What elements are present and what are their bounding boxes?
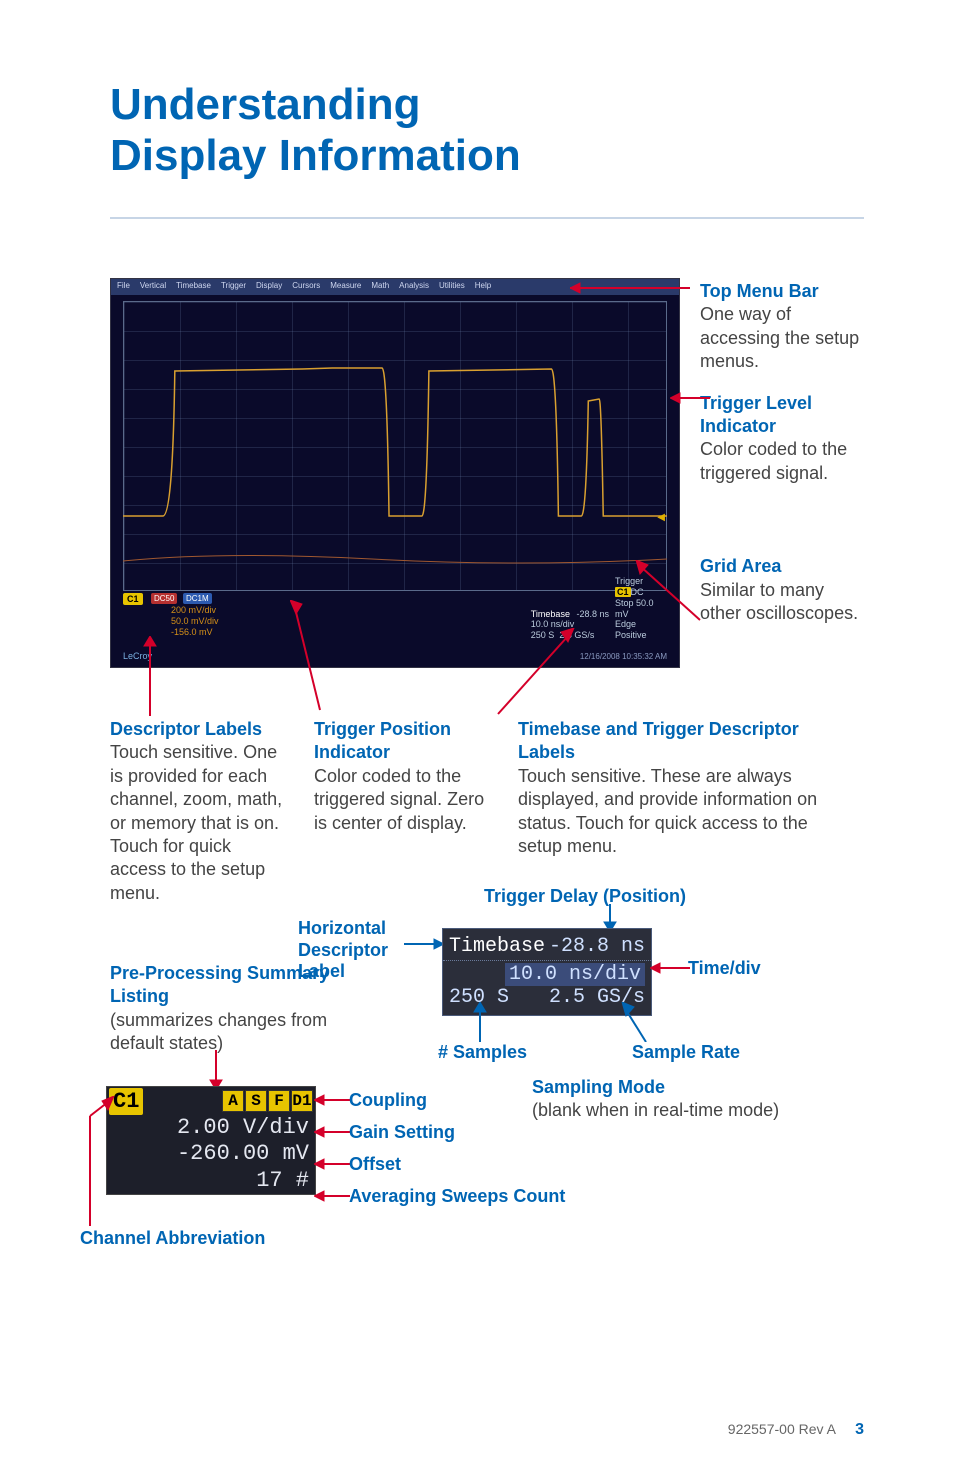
anno-descriptor-labels-body: Touch sensitive. One is provided for eac… [110,741,290,905]
oscilloscope-screenshot: File Vertical Timebase Trigger Display C… [110,278,680,668]
timestamp: 12/16/2008 10:35:32 AM [580,652,667,661]
trigger-descriptor[interactable]: Trigger C1DC Stop 50.0 mV Edge Positive [615,576,667,641]
menu-math[interactable]: Math [371,281,389,293]
tb-chip-samples: 250 S [449,986,509,1009]
menu-timebase[interactable]: Timebase [176,281,211,293]
brand-label: LeCroy [123,651,152,661]
channel-chip-offset: -260.00 mV [107,1141,315,1167]
anno-trigger-lvl-body: Color coded to the triggered signal. [700,438,860,485]
descriptor-values: 200 mV/div 50.0 mV/div -156.0 mV [171,605,219,637]
menu-cursors[interactable]: Cursors [292,281,320,293]
anno-coupling: Coupling [349,1090,427,1111]
anno-avg-sweeps: Averaging Sweeps Count [349,1186,565,1207]
tb-chip-rate: 2.5 GS/s [549,986,645,1009]
coupling-badge-2: DC1M [183,593,212,604]
menu-help[interactable]: Help [475,281,491,293]
anno-tb-trig-body: Touch sensitive. These are always displa… [518,765,828,859]
anno-trigger-pos-head: Trigger Position Indicator [314,718,494,765]
page-title: Understanding Display Information [110,80,864,181]
menu-file[interactable]: File [117,281,130,293]
anno-top-menu-head: Top Menu Bar [700,280,860,303]
anno-gain: Gain Setting [349,1122,455,1143]
tb-chip-delay: -28.8 ns [549,935,645,958]
top-menu-bar[interactable]: File Vertical Timebase Trigger Display C… [111,279,679,295]
anno-trigger-pos-body: Color coded to the triggered signal. Zer… [314,765,494,835]
menu-vertical[interactable]: Vertical [140,281,166,293]
coupling-badge-1: DC50 [151,593,177,604]
channel-chip-flags: A S F D1 [222,1090,313,1112]
anno-samples: # Samples [438,1042,527,1063]
menu-measure[interactable]: Measure [330,281,361,293]
flag-a: A [222,1090,244,1112]
channel-chip[interactable]: C1 A S F D1 2.00 V/div -260.00 mV 17 # [106,1086,316,1195]
anno-timediv: Time/div [688,958,761,979]
waveform-grid[interactable] [123,301,667,591]
anno-preproc-body: (summarizes changes from default states) [110,1009,330,1056]
channel-descriptor[interactable]: C1 DC50 DC1M 200 mV/div 50.0 mV/div -156… [123,593,323,635]
anno-trigger-delay: Trigger Delay (Position) [484,886,686,907]
title-line2: Display Information [110,131,521,180]
tb-chip-label: Timebase [449,935,545,958]
channel-badge: C1 [123,593,143,605]
anno-sampling-mode-head: Sampling Mode [532,1076,779,1099]
flag-f: F [268,1090,290,1112]
anno-sampling-mode-body: (blank when in real-time mode) [532,1099,779,1122]
anno-grid-area-body: Similar to many other oscilloscopes. [700,579,860,626]
channel-chip-avg: 17 # [107,1168,315,1194]
menu-utilities[interactable]: Utilities [439,281,465,293]
menu-analysis[interactable]: Analysis [399,281,429,293]
anno-grid-area-head: Grid Area [700,555,860,578]
channel-chip-vdiv: 2.00 V/div [107,1115,315,1141]
timebase-label: Timebase [531,609,570,619]
channel-chip-ch: C1 [109,1088,143,1115]
title-line1: Understanding [110,80,420,129]
page-number: 3 [855,1421,864,1438]
doc-number: 922557-00 Rev A [728,1421,835,1437]
flag-s: S [245,1090,267,1112]
anno-channel-abbr: Channel Abbreviation [80,1228,265,1249]
anno-preproc-head: Pre-Processing Summary Listing [110,962,330,1009]
divider [110,217,864,219]
flag-d1: D1 [291,1090,313,1112]
tb-chip-tdiv: 10.0 ns/div [505,963,645,986]
menu-trigger[interactable]: Trigger [221,281,246,293]
anno-tb-trig-head: Timebase and Trigger Descriptor Labels [518,718,828,765]
page-footer: 922557-00 Rev A 3 [728,1421,864,1439]
trigger-level-marker: ◀ [657,512,665,523]
anno-sample-rate: Sample Rate [632,1042,740,1063]
anno-descriptor-labels-head: Descriptor Labels [110,718,290,741]
menu-display[interactable]: Display [256,281,282,293]
timebase-tdiv: 10.0 ns/div [531,619,609,630]
timebase-descriptor[interactable]: Timebase -28.8 ns 10.0 ns/div 250 S 2.5 … [531,609,609,641]
anno-trigger-lvl-head: Trigger Level Indicator [700,392,860,439]
timebase-chip[interactable]: Timebase -28.8 ns 10.0 ns/div 250 S 2.5 … [442,928,652,1016]
anno-offset: Offset [349,1154,401,1175]
anno-top-menu-body: One way of accessing the setup menus. [700,303,860,373]
